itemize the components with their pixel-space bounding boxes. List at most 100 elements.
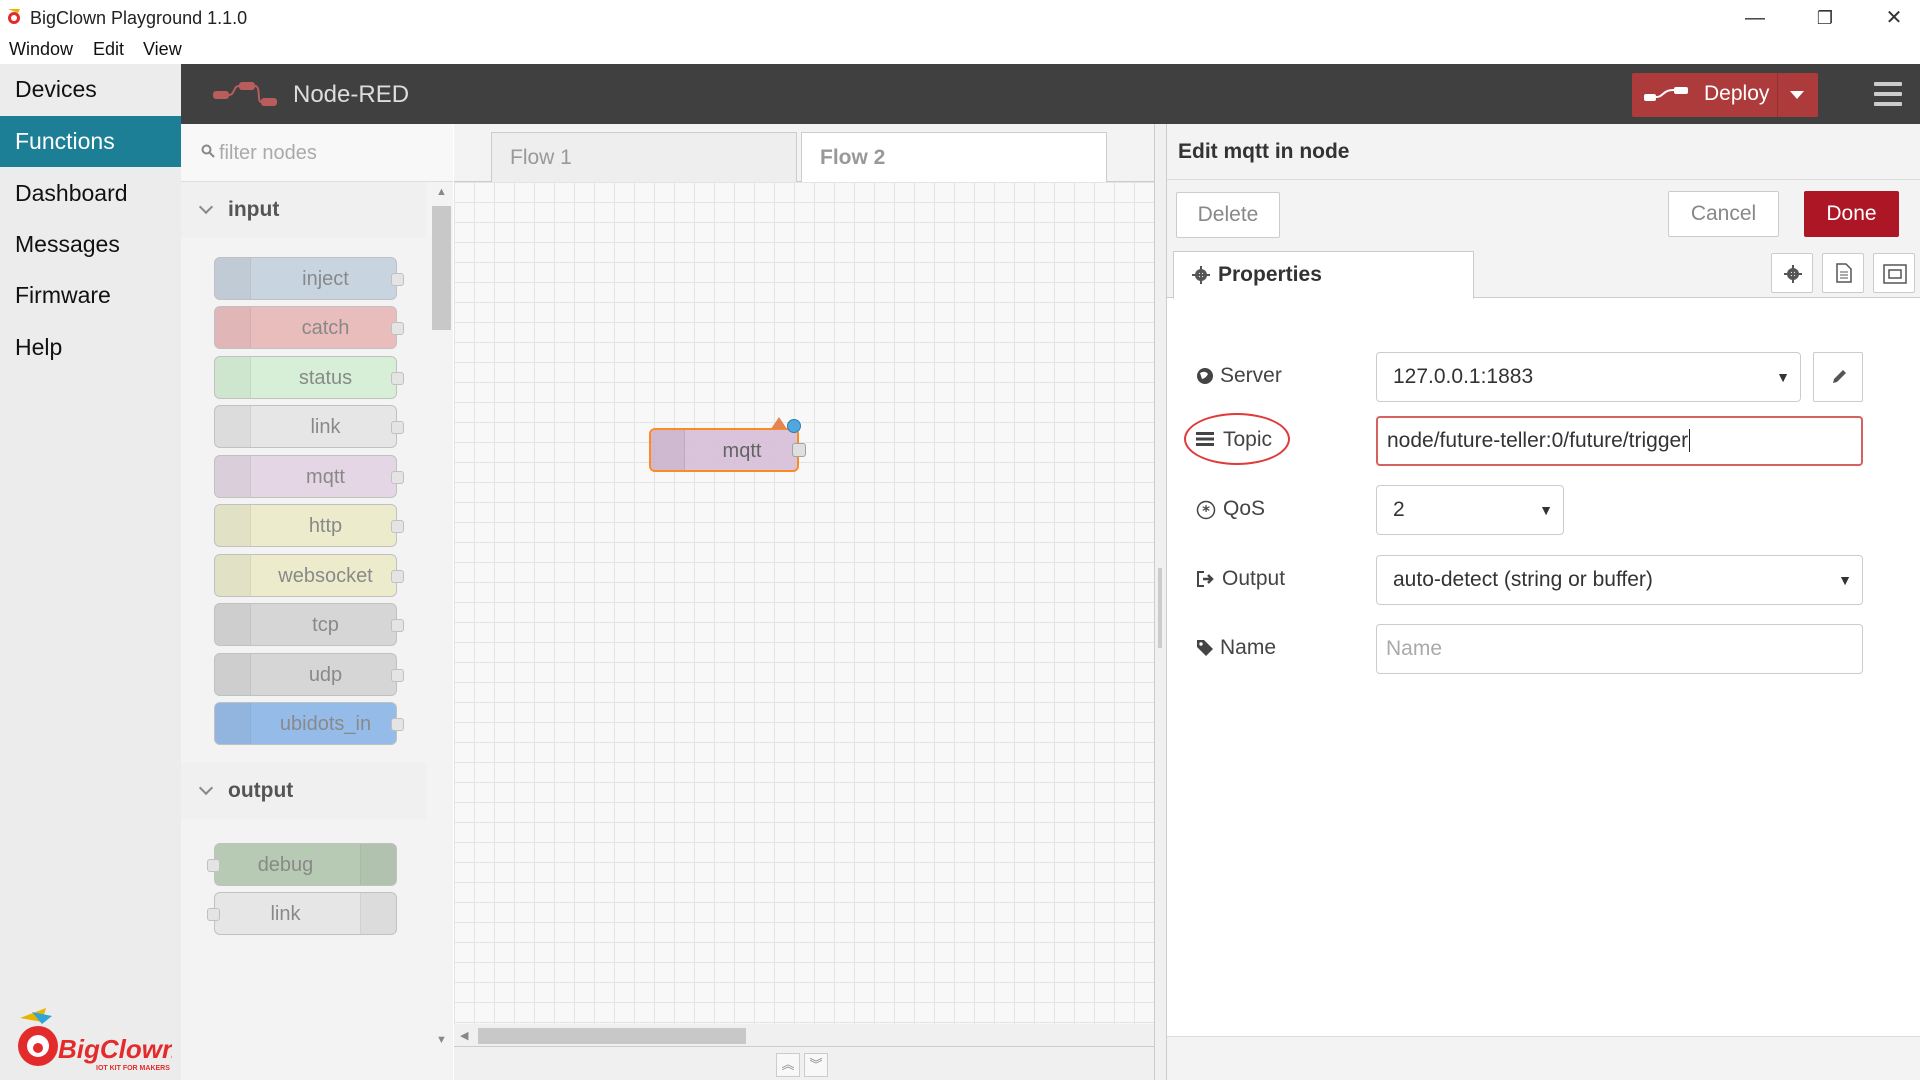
scroll-down-icon[interactable]: ▼ <box>436 1034 447 1046</box>
gear-icon <box>1192 266 1210 284</box>
nav-messages[interactable]: Messages <box>0 219 181 270</box>
gear-icon <box>1784 265 1802 283</box>
menu-edit[interactable]: Edit <box>93 39 124 60</box>
link-icon <box>215 406 251 447</box>
output-port <box>391 718 404 731</box>
minimize-button[interactable]: — <box>1732 4 1778 32</box>
nodered-logo-icon <box>213 82 277 106</box>
palette-node-label: link <box>270 903 301 925</box>
link-icon <box>360 893 396 934</box>
alert-icon <box>215 357 251 398</box>
navigator-up-icon[interactable]: ︽ <box>776 1053 800 1077</box>
palette-node-websocket-in[interactable]: websocket <box>214 554 404 597</box>
output-port <box>391 421 404 434</box>
palette-filter[interactable]: filter nodes <box>181 124 453 182</box>
palette-node-udp-in[interactable]: udp <box>214 653 404 696</box>
node-palette: filter nodes input inject catch status l… <box>181 124 453 1080</box>
palette-node-ubidots-in[interactable]: ubidots_in <box>214 702 404 745</box>
server-label-text: Server <box>1220 364 1282 387</box>
cancel-button[interactable]: Cancel <box>1668 191 1779 237</box>
output-port[interactable] <box>792 443 806 457</box>
output-select[interactable]: auto-detect (string or buffer) ▼ <box>1376 555 1863 605</box>
deploy-button[interactable]: Deploy <box>1632 73 1818 117</box>
output-port <box>391 520 404 533</box>
nav-help[interactable]: Help <box>0 322 181 373</box>
sidebar-splitter[interactable] <box>1154 124 1167 1080</box>
delete-button[interactable]: Delete <box>1176 192 1280 238</box>
palette-node-mqtt-in[interactable]: mqtt <box>214 455 404 498</box>
scroll-left-icon[interactable]: ◀ <box>460 1029 468 1042</box>
window-title: BigClown Playground 1.1.0 <box>30 8 248 28</box>
deploy-label: Deploy <box>1704 82 1770 105</box>
palette-node-label: link <box>310 416 341 438</box>
nodered-header: Node-RED Deploy <box>181 64 1920 124</box>
deploy-dropdown-icon[interactable] <box>1790 91 1804 99</box>
nav-dashboard[interactable]: Dashboard <box>0 168 181 219</box>
palette-node-catch[interactable]: catch <box>214 306 404 349</box>
nodered-title: Node-RED <box>293 81 410 108</box>
output-port <box>391 322 404 335</box>
palette-node-label: mqtt <box>306 466 345 488</box>
palette-scroll-thumb[interactable] <box>432 206 451 330</box>
globe-icon <box>1197 368 1213 384</box>
topic-input[interactable]: node/future-teller:0/future/trigger <box>1376 416 1863 466</box>
palette-node-inject[interactable]: inject <box>214 257 404 300</box>
palette-node-tcp-in[interactable]: tcp <box>214 603 404 646</box>
edit-server-button[interactable] <box>1813 352 1863 402</box>
main-menu-icon[interactable] <box>1874 82 1902 106</box>
bigclown-logo: BigClown IOT KIT FOR MAKERS <box>18 1008 172 1072</box>
restore-button[interactable]: ❐ <box>1802 4 1848 32</box>
tab-flow-1[interactable]: Flow 1 <box>491 132 797 182</box>
node-description-button[interactable] <box>1822 253 1864 293</box>
palette-node-label: status <box>298 367 353 389</box>
palette-node-link-out[interactable]: link <box>207 892 397 935</box>
category-output-header[interactable]: output <box>181 763 426 819</box>
workspace-hscrollbar[interactable]: ◀ <box>454 1024 1154 1046</box>
tray-header: Edit mqtt in node <box>1167 124 1920 180</box>
palette-node-status[interactable]: status <box>214 356 404 399</box>
close-button[interactable]: ✕ <box>1871 4 1917 32</box>
tray-footer <box>1167 1036 1920 1080</box>
scroll-up-icon[interactable]: ▲ <box>436 186 447 198</box>
nav-firmware[interactable]: Firmware <box>0 270 181 321</box>
workspace-hscroll-thumb[interactable] <box>478 1028 746 1044</box>
palette-node-label: http <box>308 515 343 537</box>
splitter-grip[interactable] <box>1158 568 1162 648</box>
palette-node-label: catch <box>301 317 350 339</box>
edit-tray: Edit mqtt in node Delete Cancel Done Pro… <box>1167 124 1920 1080</box>
menu-view[interactable]: View <box>143 39 182 60</box>
nav-functions[interactable]: Functions <box>0 116 181 167</box>
bigclown-app-icon <box>8 9 20 24</box>
name-input[interactable]: Name <box>1376 624 1863 674</box>
workspace-node-mqtt-in[interactable]: mqtt <box>649 417 806 472</box>
workspace-canvas[interactable]: mqtt <box>454 182 1154 1038</box>
menu-window[interactable]: Window <box>9 39 73 60</box>
palette-node-link-in[interactable]: link <box>214 405 404 448</box>
workspace-footer: ︽ ︾ <box>454 1046 1154 1080</box>
nav-devices[interactable]: Devices <box>0 64 181 115</box>
alert-icon <box>215 307 251 348</box>
tab-properties[interactable]: Properties <box>1173 251 1474 299</box>
tag-icon <box>1197 640 1213 656</box>
warning-icon <box>771 417 787 429</box>
output-port <box>391 619 404 632</box>
tab-properties-label: Properties <box>1218 263 1322 286</box>
ubidots-icon <box>215 703 251 744</box>
bridge-icon <box>215 456 251 497</box>
globe-icon <box>215 555 251 596</box>
category-input-header[interactable]: input <box>181 182 426 238</box>
dropdown-caret-icon: ▼ <box>1776 369 1790 385</box>
palette-node-http-in[interactable]: http <box>214 504 404 547</box>
tab-flow-2[interactable]: Flow 2 <box>801 132 1107 182</box>
navigator-down-icon[interactable]: ︾ <box>804 1053 828 1077</box>
server-select[interactable]: 127.0.0.1:1883 ▼ <box>1376 352 1801 402</box>
node-appearance-button[interactable] <box>1873 253 1915 293</box>
brand-name: BigClown <box>58 1034 172 1064</box>
node-settings-button[interactable] <box>1771 253 1813 293</box>
menu-bar: Window Edit View <box>0 36 1920 64</box>
tray-title: Edit mqtt in node <box>1178 140 1350 163</box>
done-button[interactable]: Done <box>1804 191 1899 237</box>
qos-select[interactable]: 2 ▼ <box>1376 485 1564 535</box>
chevron-down-icon <box>198 780 214 796</box>
palette-node-debug[interactable]: debug <box>207 843 397 886</box>
